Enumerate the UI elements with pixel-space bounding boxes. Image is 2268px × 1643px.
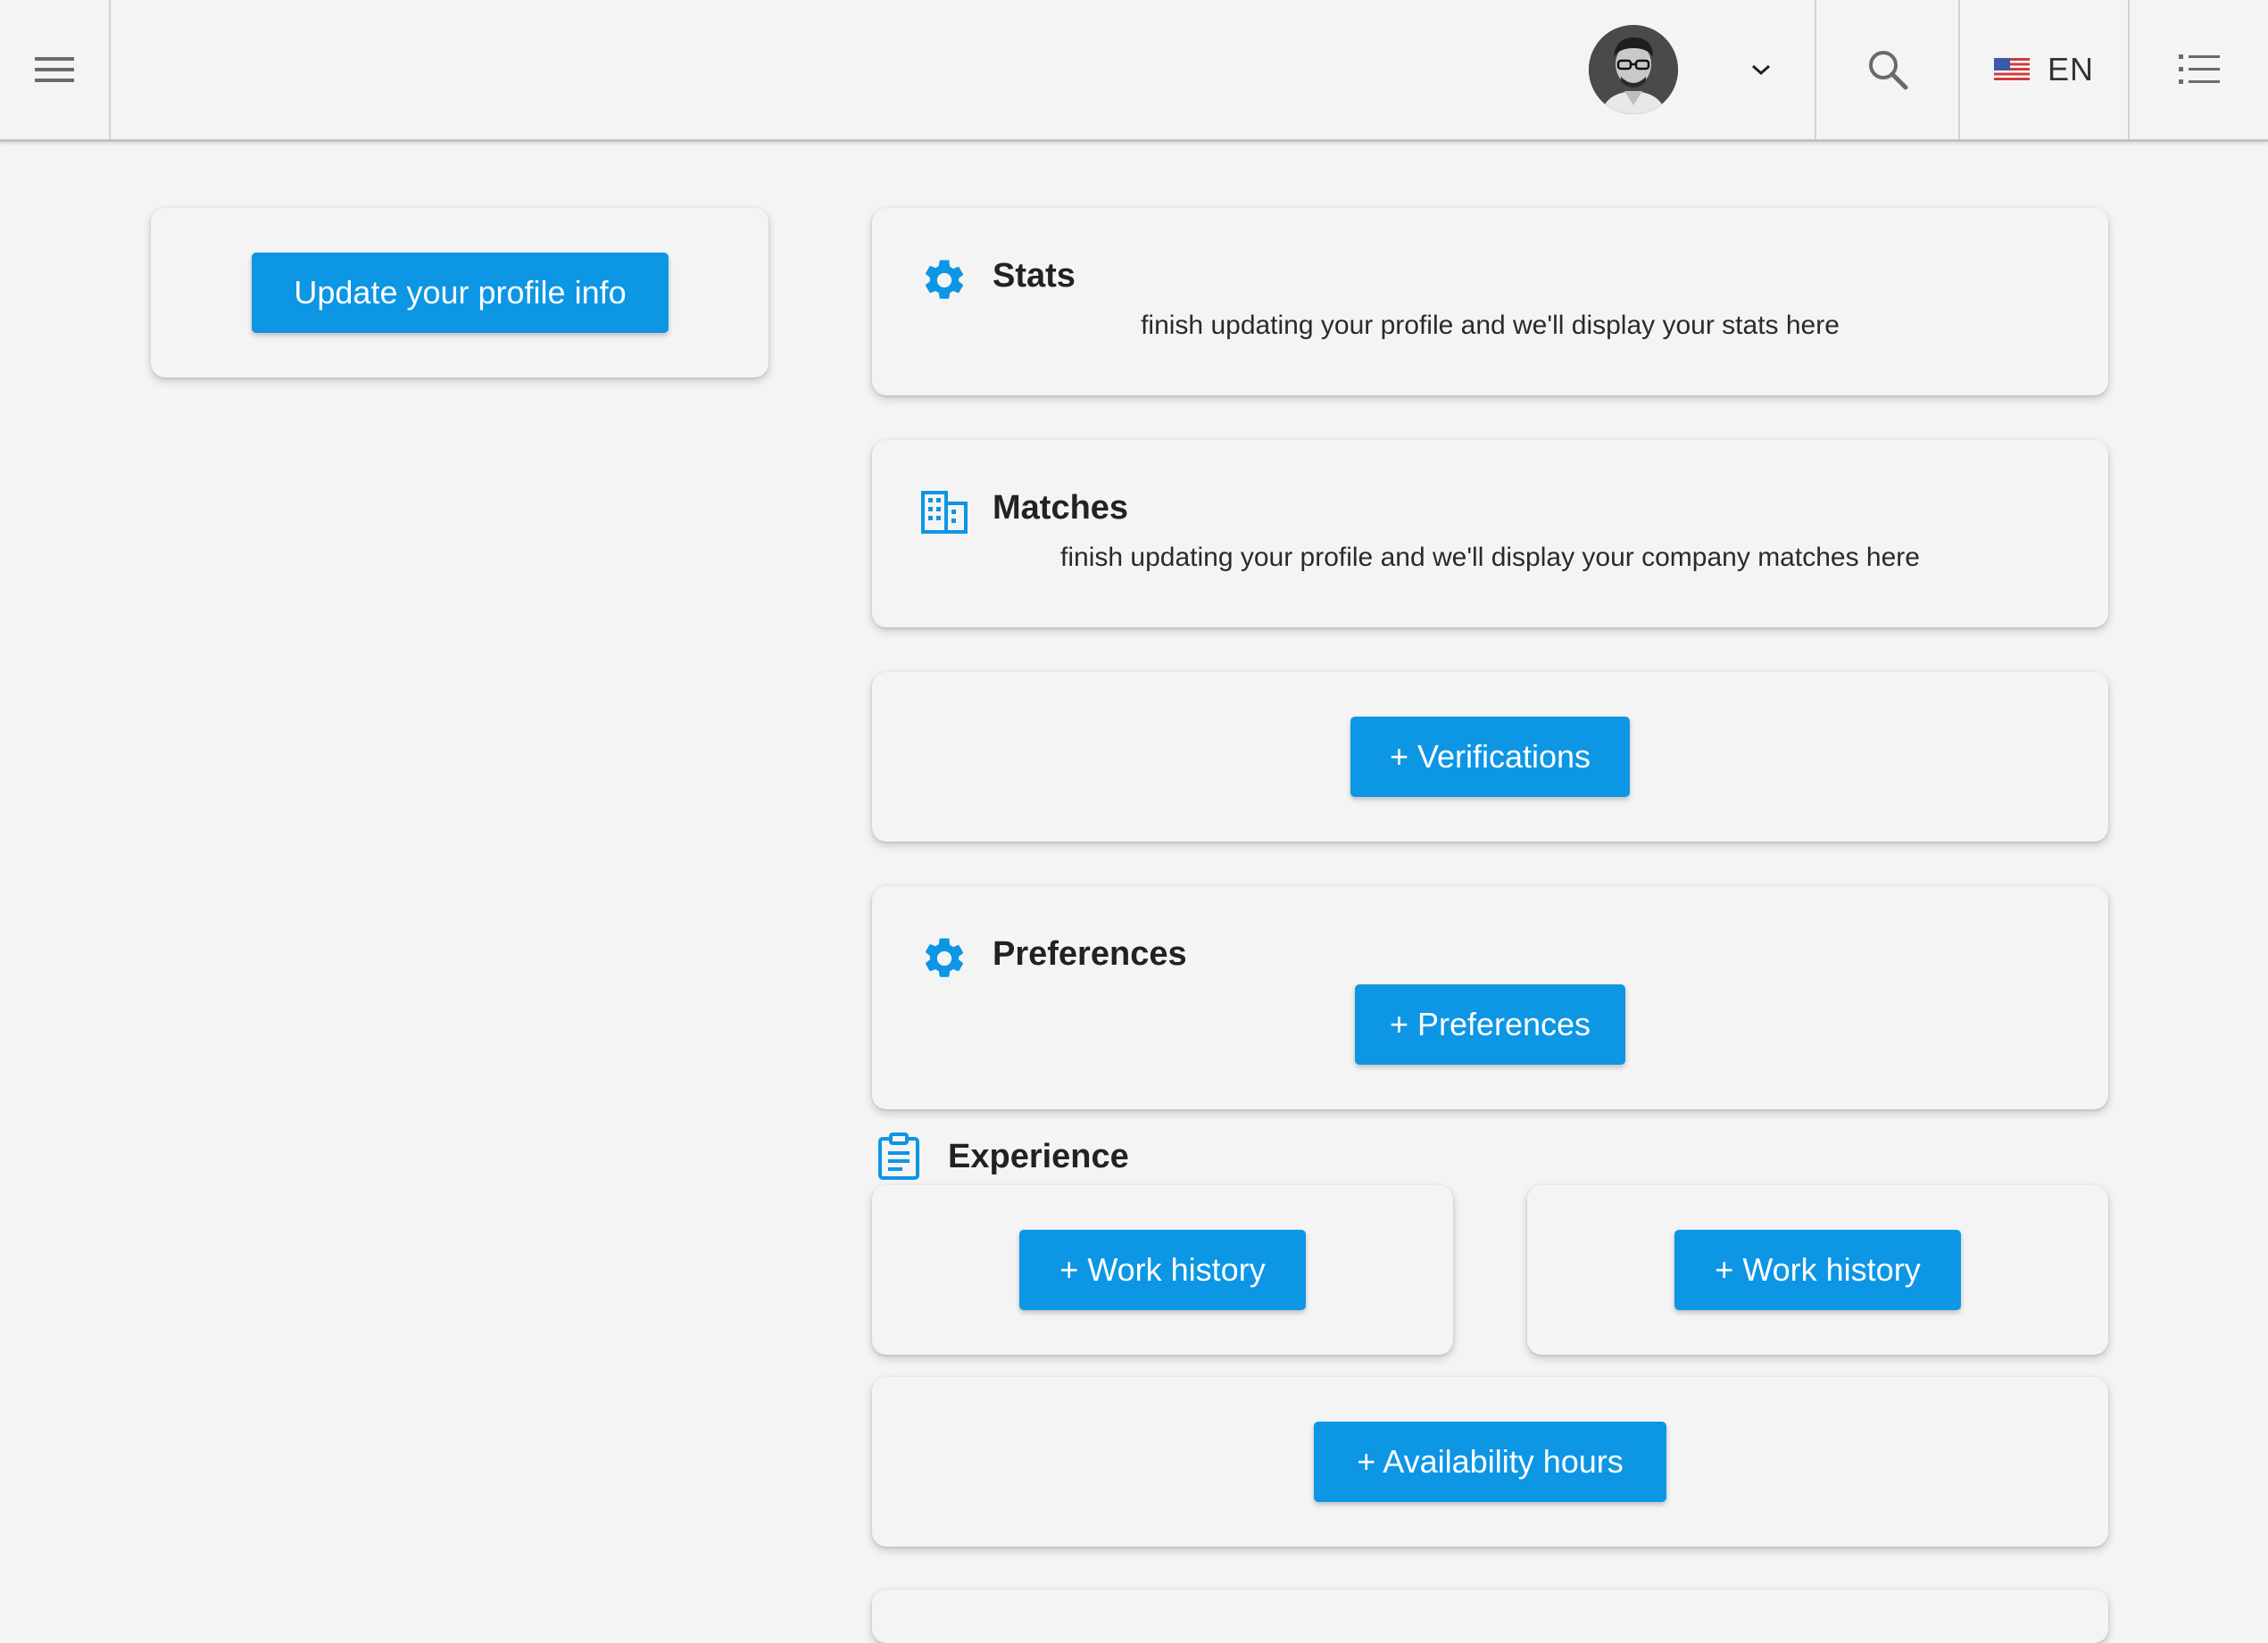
matches-card: Matches finish updating your profile and… [872,440,2108,627]
matches-description: finish updating your profile and we'll d… [1060,543,1920,572]
add-verifications-button[interactable]: + Verifications [1350,717,1630,797]
preferences-card: Preferences + Preferences [872,886,2108,1109]
list-icon [2178,54,2220,84]
profile-card: Update your profile info [151,208,768,378]
gear-icon [925,938,964,977]
account-dropdown[interactable] [1714,0,1807,139]
matches-title: Matches [993,489,1129,527]
add-availability-hours-button[interactable]: + Availability hours [1314,1422,1666,1502]
add-work-history-button[interactable]: + Work history [1674,1230,1961,1310]
stats-title: Stats [993,257,1076,295]
add-work-history-button[interactable]: + Work history [1019,1230,1306,1310]
menu-button[interactable] [0,0,111,139]
work-history-card: + Work history [872,1185,1453,1355]
language-label: EN [2047,51,2094,87]
verifications-card: + Verifications [872,672,2108,842]
us-flag-icon [1993,58,2030,81]
list-menu-button[interactable] [2130,0,2268,139]
search-button[interactable] [1815,0,1960,139]
availability-card: + Availability hours [872,1377,2108,1547]
stats-card: Stats finish updating your profile and w… [872,208,2108,395]
language-selector[interactable]: EN [1960,0,2130,139]
user-avatar-button[interactable] [1571,0,1696,139]
chevron-down-icon [1751,64,1770,76]
stats-description: finish updating your profile and we'll d… [1141,311,1840,340]
gear-icon [925,260,964,299]
clipboard-icon [878,1133,919,1180]
hamburger-menu-icon [35,57,74,82]
search-icon [1868,51,1907,90]
top-bar: EN [0,0,2268,142]
work-history-card: + Work history [1527,1185,2108,1355]
next-card [872,1589,2108,1643]
avatar [1589,25,1678,114]
preferences-title: Preferences [993,935,1187,973]
user-avatar [1589,25,1678,114]
add-preferences-button[interactable]: + Preferences [1355,984,1625,1065]
update-profile-button[interactable]: Update your profile info [252,253,669,333]
building-icon [921,491,968,534]
experience-title: Experience [948,1138,1129,1175]
